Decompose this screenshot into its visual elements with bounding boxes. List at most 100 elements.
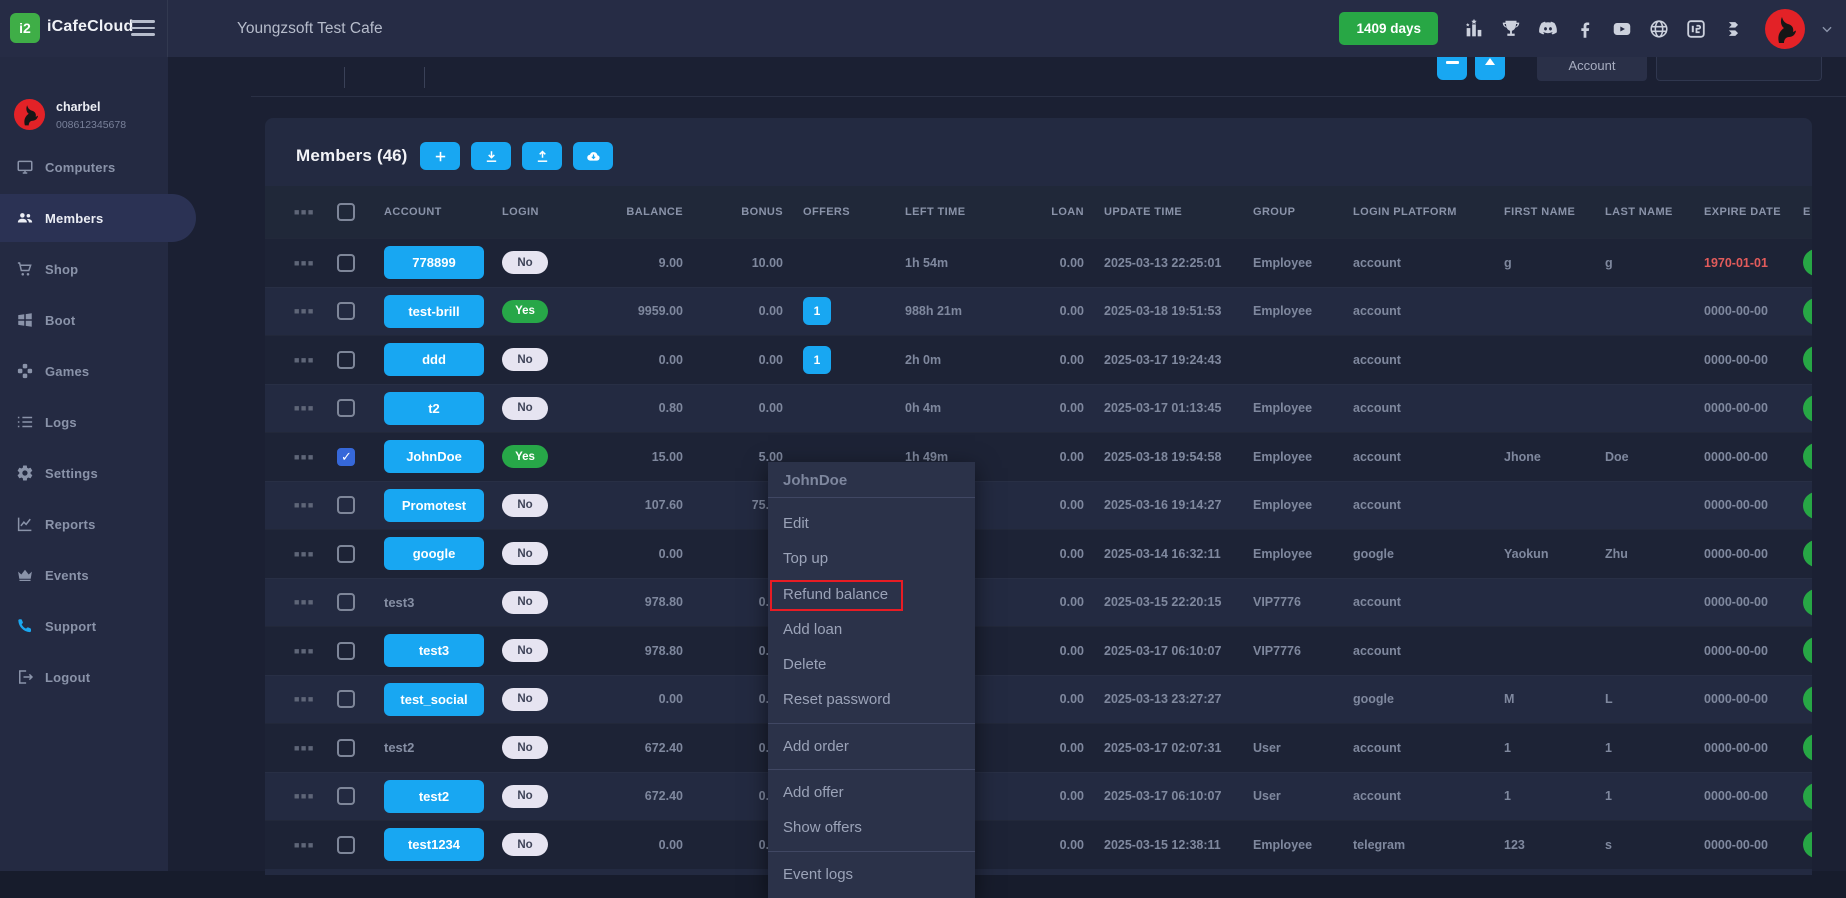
sidebar-item-games[interactable]: Games: [0, 347, 168, 395]
enabled-toggle[interactable]: [1803, 686, 1812, 713]
account-button[interactable]: t2: [384, 392, 484, 425]
context-menu-item-add-loan[interactable]: Add loan: [768, 612, 975, 647]
login-platform-value: account: [1353, 385, 1498, 433]
youtube-icon[interactable]: [1611, 18, 1633, 40]
row-checkbox[interactable]: [337, 399, 355, 417]
ranking-icon[interactable]: [1463, 18, 1485, 40]
bonus-value: 10.00: [685, 239, 783, 287]
import-members-button[interactable]: [522, 142, 562, 170]
row-checkbox[interactable]: [337, 496, 355, 514]
sidebar-item-shop[interactable]: Shop: [0, 245, 168, 293]
trophy-icon[interactable]: [1500, 18, 1522, 40]
select-all-checkbox[interactable]: [337, 203, 355, 221]
cart-icon: [16, 260, 34, 278]
row-checkbox[interactable]: [337, 351, 355, 369]
row-menu-icon[interactable]: ■■■: [294, 549, 315, 559]
enabled-toggle[interactable]: [1803, 637, 1812, 664]
add-member-button[interactable]: [420, 142, 460, 170]
subscription-days-badge[interactable]: 1409 days: [1339, 12, 1438, 45]
enabled-toggle[interactable]: [1803, 249, 1812, 276]
row-menu-icon[interactable]: ■■■: [294, 791, 315, 801]
row-menu-icon[interactable]: ■■■: [294, 743, 315, 753]
context-menu-item-refund-balance[interactable]: Refund balance: [768, 577, 975, 612]
enabled-toggle[interactable]: [1803, 443, 1812, 470]
icafe-icon[interactable]: [1685, 18, 1707, 40]
row-menu-icon[interactable]: ■■■: [294, 355, 315, 365]
context-menu-item-add-order[interactable]: Add order: [768, 729, 975, 764]
hamburger-menu-icon[interactable]: [131, 20, 155, 37]
account-button[interactable]: test3: [384, 634, 484, 667]
row-menu-icon[interactable]: ■■■: [294, 452, 315, 462]
row-menu-icon[interactable]: ■■■: [294, 694, 315, 704]
row-checkbox[interactable]: [337, 739, 355, 757]
sidebar-item-support[interactable]: Support: [0, 602, 168, 650]
offers-badge[interactable]: 1: [803, 297, 831, 325]
row-menu-icon[interactable]: ■■■: [294, 840, 315, 850]
enabled-toggle[interactable]: [1803, 734, 1812, 761]
context-menu-item-top-up[interactable]: Top up: [768, 541, 975, 576]
sidebar-item-boot[interactable]: Boot: [0, 296, 168, 344]
layers-icon[interactable]: [1722, 18, 1744, 40]
account-button[interactable]: test1234: [384, 828, 484, 861]
account-button[interactable]: test2: [384, 780, 484, 813]
offers-badge[interactable]: 1: [803, 346, 831, 374]
login-platform-value: account: [1353, 579, 1498, 627]
account-button[interactable]: Promotest: [384, 489, 484, 522]
row-menu-icon[interactable]: ■■■: [294, 597, 315, 607]
sidebar-item-settings[interactable]: Settings: [0, 449, 168, 497]
row-checkbox[interactable]: [337, 254, 355, 272]
row-checkbox[interactable]: [337, 787, 355, 805]
export-members-button[interactable]: [471, 142, 511, 170]
context-menu-item-add-offer[interactable]: Add offer: [768, 775, 975, 810]
enabled-toggle[interactable]: [1803, 395, 1812, 422]
row-checkbox[interactable]: [337, 836, 355, 854]
enabled-toggle[interactable]: [1803, 540, 1812, 567]
account-button[interactable]: test-brill: [384, 295, 484, 328]
globe-icon[interactable]: [1648, 18, 1670, 40]
row-checkbox[interactable]: [337, 448, 355, 466]
table-row: ■■■PromotestNo107.6075.000.002025-03-16 …: [265, 481, 1812, 530]
context-menu-item-delete[interactable]: Delete: [768, 647, 975, 682]
row-menu-icon[interactable]: ■■■: [294, 403, 315, 413]
sidebar-item-events[interactable]: Events: [0, 551, 168, 599]
expire-date-value: 0000-00-00: [1704, 530, 1799, 578]
row-checkbox[interactable]: [337, 545, 355, 563]
context-menu-item-reset-password[interactable]: Reset password: [768, 682, 975, 717]
account-button[interactable]: 778899: [384, 246, 484, 279]
logs-icon: [16, 413, 34, 431]
enabled-toggle[interactable]: [1803, 492, 1812, 519]
chevron-down-icon[interactable]: [1820, 22, 1834, 36]
sidebar-item-logout[interactable]: Logout: [0, 653, 168, 701]
sidebar-item-reports[interactable]: Reports: [0, 500, 168, 548]
account-button[interactable]: JohnDoe: [384, 440, 484, 473]
header-row-menu-icon[interactable]: ■■■: [294, 207, 315, 217]
discord-icon[interactable]: [1537, 18, 1559, 40]
user-avatar[interactable]: [1765, 9, 1805, 49]
sidebar-item-members[interactable]: Members: [0, 194, 196, 242]
enabled-toggle[interactable]: [1803, 346, 1812, 373]
row-checkbox[interactable]: [337, 690, 355, 708]
sidebar-item-computers[interactable]: Computers: [0, 143, 168, 191]
context-menu-item-event-logs[interactable]: Event logs: [768, 857, 975, 892]
cloud-backup-button[interactable]: [573, 142, 613, 170]
facebook-icon[interactable]: [1574, 18, 1596, 40]
row-checkbox[interactable]: [337, 593, 355, 611]
enabled-toggle[interactable]: [1803, 783, 1812, 810]
row-menu-icon[interactable]: ■■■: [294, 258, 315, 268]
row-menu-icon[interactable]: ■■■: [294, 646, 315, 656]
enabled-toggle[interactable]: [1803, 589, 1812, 616]
group-value: Employee: [1253, 482, 1348, 530]
account-button[interactable]: google: [384, 537, 484, 570]
row-menu-icon[interactable]: ■■■: [294, 500, 315, 510]
sidebar-item-logs[interactable]: Logs: [0, 398, 168, 446]
row-menu-icon[interactable]: ■■■: [294, 306, 315, 316]
account-button[interactable]: ddd: [384, 343, 484, 376]
row-checkbox[interactable]: [337, 302, 355, 320]
enabled-toggle[interactable]: [1803, 831, 1812, 858]
expire-date-value: 0000-00-00: [1704, 433, 1799, 481]
row-checkbox[interactable]: [337, 642, 355, 660]
context-menu-item-edit[interactable]: Edit: [768, 506, 975, 541]
context-menu-item-show-offers[interactable]: Show offers: [768, 810, 975, 845]
enabled-toggle[interactable]: [1803, 298, 1812, 325]
account-button[interactable]: test_social: [384, 683, 484, 716]
